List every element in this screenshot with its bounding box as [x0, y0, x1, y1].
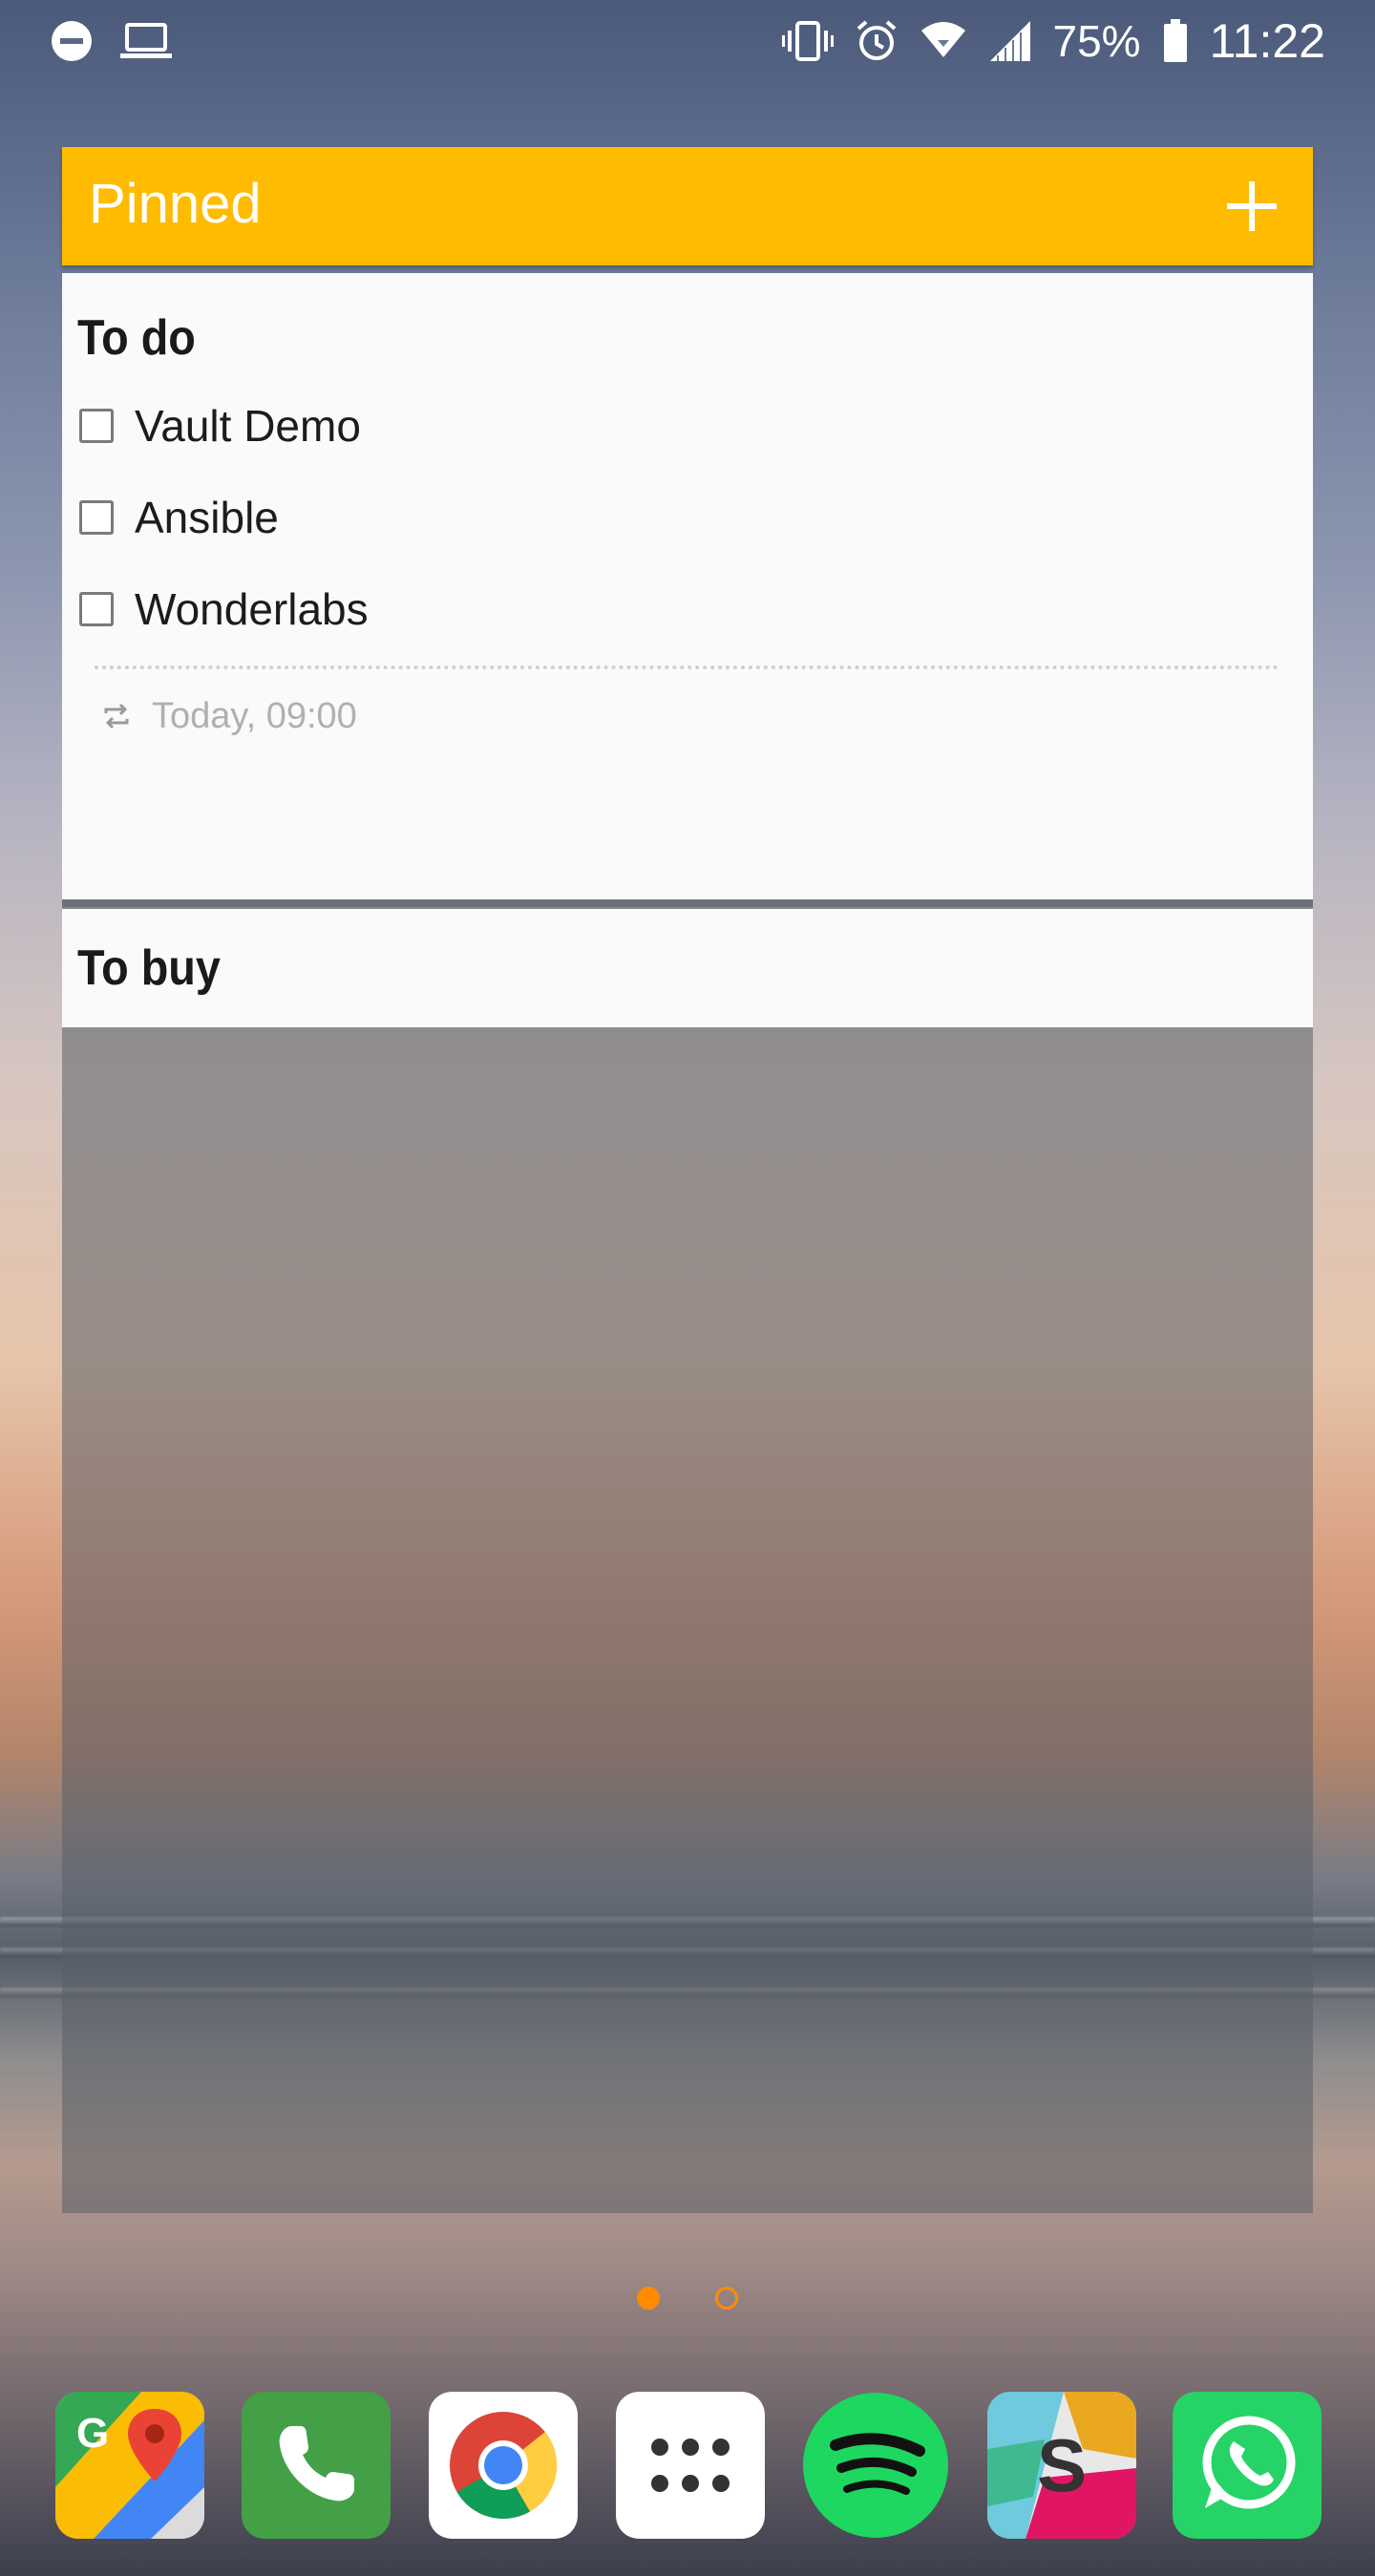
checklist-item[interactable]: Ansible — [79, 484, 279, 551]
status-bar: 75% 11:22 — [0, 0, 1375, 82]
phone-icon[interactable] — [242, 2392, 391, 2539]
checklist-item-label: Ansible — [135, 493, 279, 542]
slack-icon[interactable]: S — [987, 2392, 1136, 2539]
app-drawer-icon[interactable] — [616, 2392, 765, 2539]
svg-text:S: S — [1037, 2423, 1087, 2507]
checklist-item[interactable]: Wonderlabs — [79, 576, 369, 643]
note-card-tobuy[interactable]: To buy — [62, 909, 1313, 1027]
widget-title: Pinned — [89, 173, 262, 235]
widget-notes-list: To do Vault Demo Ansible Wonderlabs Toda… — [62, 273, 1313, 2213]
page-indicator-active[interactable] — [637, 2287, 660, 2310]
reminder-time: Today, 09:00 — [152, 695, 357, 736]
checklist-item-label: Wonderlabs — [135, 584, 369, 634]
spotify-icon[interactable] — [801, 2392, 950, 2539]
note-title: To do — [77, 310, 196, 366]
checkbox[interactable] — [79, 409, 114, 443]
google-maps-icon[interactable]: G — [55, 2392, 204, 2539]
repeat-icon — [104, 703, 129, 729]
checklist-item-label: Vault Demo — [135, 401, 361, 451]
laptop-icon — [120, 23, 172, 58]
checkbox[interactable] — [79, 592, 114, 626]
page-indicator[interactable] — [715, 2287, 738, 2310]
svg-text:G: G — [76, 2410, 109, 2457]
whatsapp-icon[interactable] — [1173, 2392, 1322, 2539]
checkbox[interactable] — [79, 500, 114, 535]
clock: 11:22 — [1209, 14, 1325, 68]
note-title: To buy — [77, 940, 221, 996]
chrome-icon[interactable] — [429, 2392, 578, 2539]
wifi-icon — [920, 22, 965, 57]
note-divider — [62, 899, 1313, 907]
dnd-icon — [52, 21, 92, 61]
note-card-todo[interactable]: To do Vault Demo Ansible Wonderlabs Toda… — [62, 273, 1313, 899]
alarm-icon — [857, 20, 896, 60]
note-reminder: Today, 09:00 — [100, 687, 357, 745]
plus-icon[interactable] — [1217, 172, 1286, 241]
battery-percent: 75% — [1052, 16, 1141, 66]
battery-icon — [1163, 19, 1187, 62]
vibrate-icon — [781, 21, 834, 61]
signal-icon — [989, 21, 1030, 61]
checklist-item[interactable]: Vault Demo — [79, 392, 361, 459]
notes-widget: Pinned To do Vault Demo Ansible Wonderla… — [62, 147, 1313, 2213]
status-icons: 75% 11:22 — [781, 11, 1325, 71]
divider — [95, 665, 1279, 669]
widget-header: Pinned — [62, 147, 1313, 265]
